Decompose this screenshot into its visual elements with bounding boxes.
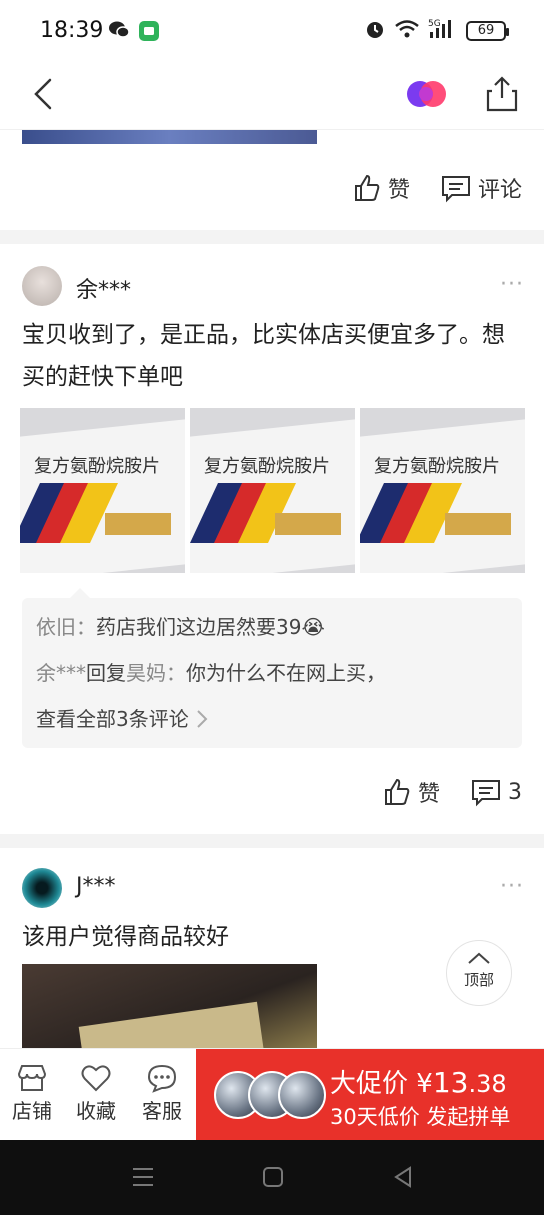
alarm-icon: [364, 18, 386, 44]
review-text: 宝贝收到了，是正品，比实体店买便宜多了。想买的赶快下单吧: [22, 322, 505, 390]
menu-icon[interactable]: [130, 1164, 156, 1194]
product-label: 复方氨酚烷胺片: [204, 456, 330, 477]
comment-line[interactable]: 余***回复昊妈：你为什么不在网上买，: [22, 650, 522, 696]
reviewer-name: 余***: [76, 278, 132, 303]
comment-icon: [472, 780, 500, 807]
group-buy-button[interactable]: 大促价 ¥13.38 30天低价 发起拼单: [196, 1049, 544, 1141]
more-options-icon[interactable]: ···: [500, 874, 524, 899]
like-label: 赞: [417, 782, 440, 807]
bottom-action-bar: 店铺 收藏 客服 大促价 ¥13.38 30天低价 发起拼单: [0, 1048, 544, 1141]
comment-line[interactable]: 依旧：药店我们这边居然要39😭: [22, 604, 522, 650]
promo-price: 大促价 ¥13.38: [330, 1066, 507, 1099]
comment-text: 你为什么不在网上买，: [186, 661, 386, 685]
home-icon[interactable]: [260, 1164, 286, 1194]
store-icon: [17, 1065, 47, 1091]
reply-target: 昊妈: [126, 661, 166, 685]
section-divider: [0, 834, 544, 848]
signal-icon: 5G: [428, 18, 458, 44]
thumbs-up-icon: [384, 778, 410, 805]
chevron-right-icon: [195, 707, 209, 731]
previous-review-image[interactable]: [22, 130, 317, 144]
system-navigation-bar: [0, 1140, 544, 1215]
product-label: 复方氨酚烷胺片: [374, 456, 500, 477]
comment-author: 依旧: [36, 615, 76, 639]
favorite-button[interactable]: 收藏: [66, 1063, 126, 1124]
brand-logo-icon[interactable]: [404, 78, 450, 110]
customer-service-button[interactable]: 客服: [132, 1063, 192, 1124]
back-nav-icon[interactable]: [390, 1164, 416, 1194]
reviewer-name: J***: [76, 874, 116, 899]
wifi-icon: [394, 19, 420, 43]
share-icon[interactable]: [484, 74, 520, 114]
review-image[interactable]: 复方氨酚烷胺片: [360, 408, 525, 573]
message-app-icon: [138, 20, 160, 46]
crying-emoji: 😭: [301, 615, 325, 639]
back-to-top-button[interactable]: 顶部: [446, 940, 512, 1006]
review-actions: 赞 3: [382, 776, 522, 808]
svg-text:5G: 5G: [428, 19, 441, 29]
like-label: 赞: [387, 178, 410, 203]
chevron-up-icon: [468, 952, 490, 964]
wechat-icon: [108, 20, 130, 46]
comment-text: 药店我们这边居然要39: [96, 615, 302, 639]
comment-icon: [441, 176, 470, 203]
status-bar: 18:39 5G 69: [0, 0, 544, 62]
clock: 18:39: [40, 18, 104, 43]
comment-box-caret: [70, 588, 90, 598]
comment-count: 3: [508, 779, 522, 805]
back-icon[interactable]: [26, 74, 66, 114]
review-image[interactable]: [22, 964, 317, 1048]
product-label: 复方氨酚烷胺片: [34, 456, 160, 477]
top-navigation: [0, 62, 544, 130]
review-image[interactable]: 复方氨酚烷胺片: [190, 408, 355, 573]
previous-review-actions: 赞 评论: [352, 172, 522, 204]
comment-box[interactable]: 依旧：药店我们这边居然要39😭 余***回复昊妈：你为什么不在网上买， 查看全部…: [22, 598, 522, 748]
comment-label: 评论: [477, 178, 522, 203]
comment-button[interactable]: 3: [470, 777, 522, 807]
like-button[interactable]: 赞: [382, 776, 440, 808]
like-button[interactable]: 赞: [352, 172, 410, 204]
battery-indicator: 69: [466, 21, 509, 41]
avatar[interactable]: [22, 868, 62, 908]
store-button[interactable]: 店铺: [2, 1063, 62, 1124]
chat-bubble-icon: [147, 1064, 177, 1093]
review-image[interactable]: 复方氨酚烷胺片: [20, 408, 185, 573]
heart-icon: [81, 1065, 111, 1092]
buyer-avatar: [278, 1071, 326, 1119]
promo-subtitle: 30天低价 发起拼单: [330, 1105, 511, 1129]
thumbs-up-icon: [354, 174, 380, 201]
comment-button[interactable]: 评论: [440, 172, 522, 204]
view-all-comments-link[interactable]: 查看全部3条评论: [22, 696, 522, 742]
comment-author: 余***: [36, 661, 86, 685]
review-images: 复方氨酚烷胺片 复方氨酚烷胺片 复方氨酚烷胺片: [20, 408, 525, 573]
avatar[interactable]: [22, 266, 62, 306]
section-divider: [0, 230, 544, 244]
more-options-icon[interactable]: ···: [500, 272, 524, 297]
